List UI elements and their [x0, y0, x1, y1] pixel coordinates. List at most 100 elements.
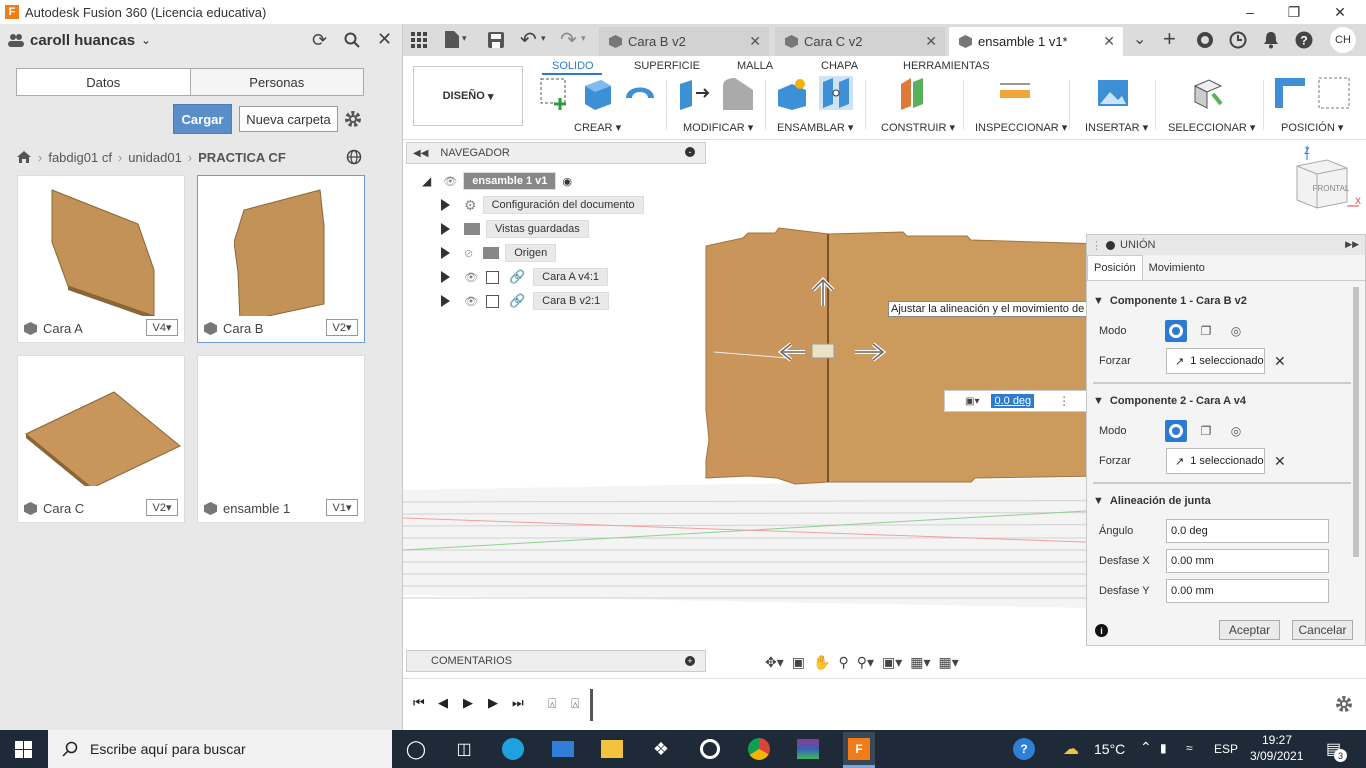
- navigator-item[interactable]: 👁 🔗 Cara B v2:1: [441, 291, 610, 311]
- offset-plane-icon[interactable]: [897, 76, 931, 110]
- file-icon[interactable]: [445, 31, 459, 48]
- breadcrumb-item[interactable]: unidad01: [128, 150, 182, 165]
- gear-icon[interactable]: [344, 110, 362, 128]
- workspace-switcher[interactable]: DISEÑO ▾: [413, 66, 523, 126]
- joint-dialog[interactable]: ⋮ UNIÓN ▶▶ Posición Movimiento ▼ Componen…: [1086, 234, 1366, 646]
- chevron-down-icon[interactable]: ▾: [462, 33, 467, 44]
- root-component-label[interactable]: ensamble 1 v1: [463, 172, 557, 190]
- joint-feature-icon[interactable]: ⍓: [571, 695, 579, 712]
- revert-position-icon[interactable]: [1317, 76, 1351, 110]
- minus-icon[interactable]: -: [685, 147, 695, 157]
- fit-icon[interactable]: ⚲▾: [857, 654, 874, 671]
- team-icon[interactable]: [8, 33, 24, 47]
- tab-superficie[interactable]: SUPERFICIE: [634, 60, 700, 72]
- extensions-icon[interactable]: [1196, 31, 1214, 49]
- angle-manipulator[interactable]: ▣▾ 0.0 deg ⋮: [944, 390, 1089, 412]
- capture-position-icon[interactable]: [1273, 76, 1307, 110]
- simple-mode-icon[interactable]: [1165, 420, 1187, 442]
- eye-icon[interactable]: 👁: [464, 271, 478, 284]
- navigator-item[interactable]: ⊘ Origen: [441, 243, 557, 263]
- expand-triangle-icon[interactable]: [441, 271, 450, 283]
- info-icon[interactable]: i: [1095, 624, 1108, 637]
- collapse-triangle-icon[interactable]: ▼: [1093, 495, 1104, 507]
- drag-handle-icon[interactable]: ⋮: [1091, 239, 1102, 252]
- cortana-icon[interactable]: ◯: [403, 736, 429, 762]
- step-forward-icon[interactable]: ▶: [488, 695, 498, 711]
- section-posicion[interactable]: POSICIÓN ▾: [1281, 121, 1343, 134]
- more-icon[interactable]: ⋮: [1058, 394, 1070, 408]
- clear-selection-icon[interactable]: ✕: [1274, 453, 1286, 470]
- save-icon[interactable]: [488, 32, 504, 48]
- comments-bar[interactable]: COMENTARIOS +: [406, 650, 706, 672]
- chevron-down-icon[interactable]: ⌄: [141, 33, 151, 47]
- weather-icon[interactable]: ☁: [1063, 739, 1079, 759]
- tab-ensamble[interactable]: ensamble 1 v1* ✕: [949, 27, 1123, 56]
- wifi-icon[interactable]: ≈: [1186, 741, 1193, 755]
- temperature[interactable]: 15°C: [1094, 741, 1125, 757]
- section-modificar[interactable]: MODIFICAR ▾: [683, 121, 753, 134]
- browser-navigator[interactable]: ◀◀ NAVEGADOR -: [406, 142, 706, 164]
- dropbox-icon[interactable]: ❖: [648, 736, 674, 762]
- clear-selection-icon[interactable]: ✕: [1274, 353, 1286, 370]
- fillet-icon[interactable]: [721, 76, 755, 110]
- insert-image-icon[interactable]: [1096, 76, 1130, 110]
- version-badge[interactable]: V4 ▾: [146, 319, 178, 336]
- measure-icon[interactable]: [998, 76, 1032, 110]
- close-tab-icon[interactable]: ✕: [925, 33, 937, 50]
- restore-button[interactable]: ❐: [1284, 2, 1304, 22]
- avatar[interactable]: CH: [1330, 27, 1356, 53]
- refresh-icon[interactable]: ⟳: [312, 30, 327, 51]
- chevron-down-icon[interactable]: ⌄: [1133, 29, 1146, 49]
- help-icon[interactable]: ?: [1011, 736, 1037, 762]
- display-settings-icon[interactable]: ▣▾: [882, 654, 902, 671]
- two-edge-intersection-icon[interactable]: ◎: [1225, 320, 1247, 342]
- upload-button[interactable]: Cargar: [173, 104, 232, 134]
- minimize-button[interactable]: –: [1240, 2, 1260, 22]
- look-at-icon[interactable]: ▣: [792, 654, 805, 671]
- edge-icon[interactable]: [500, 736, 526, 762]
- language-indicator[interactable]: ESP: [1214, 742, 1238, 756]
- offset-x-field[interactable]: 0.00 mm: [1166, 549, 1329, 573]
- hidden-eye-icon[interactable]: ⊘: [464, 247, 473, 260]
- taskbar-search[interactable]: Escribe aquí para buscar: [48, 730, 392, 768]
- cancel-button[interactable]: Cancelar: [1292, 620, 1353, 640]
- version-badge[interactable]: V2 ▾: [326, 319, 358, 336]
- user-name[interactable]: caroll huancas: [30, 32, 135, 49]
- navigator-item-label[interactable]: Origen: [505, 244, 557, 262]
- version-badge[interactable]: V1 ▾: [326, 499, 358, 516]
- timeline-marker[interactable]: [590, 689, 593, 721]
- expand-triangle-icon[interactable]: [441, 295, 450, 307]
- section-crear[interactable]: CREAR ▾: [574, 121, 621, 134]
- select-icon[interactable]: [1191, 76, 1225, 110]
- tab-cara-c[interactable]: Cara C v2 ✕: [775, 27, 945, 56]
- chrome-icon[interactable]: [746, 736, 772, 762]
- tab-herramientas[interactable]: HERRAMIENTAS: [903, 60, 990, 72]
- close-tab-icon[interactable]: ✕: [1103, 33, 1115, 50]
- close-panel-icon[interactable]: ✕: [377, 29, 392, 50]
- clock-time[interactable]: 19:27: [1262, 733, 1292, 747]
- eye-icon[interactable]: 👁: [464, 295, 478, 308]
- offset-y-field[interactable]: 0.00 mm: [1166, 579, 1329, 603]
- angle-input[interactable]: 0.0 deg: [991, 394, 1035, 408]
- play-icon[interactable]: ▶: [463, 695, 473, 711]
- collapse-icon[interactable]: ◀◀: [413, 148, 428, 159]
- navigator-item-label[interactable]: Vistas guardadas: [486, 220, 589, 238]
- navigator-root[interactable]: ◢ 👁 ensamble 1 v1 ◉: [422, 171, 572, 191]
- file-explorer-icon[interactable]: [599, 736, 625, 762]
- image-icon[interactable]: ▣▾: [965, 396, 979, 407]
- close-window-button[interactable]: ✕: [1330, 2, 1350, 22]
- home-icon[interactable]: [16, 150, 32, 164]
- chevron-up-icon[interactable]: ⌃: [1140, 739, 1152, 756]
- pan-icon[interactable]: ✋: [813, 654, 830, 671]
- new-folder-button[interactable]: Nueva carpeta: [239, 106, 338, 132]
- eye-icon[interactable]: 👁: [443, 175, 457, 188]
- tab-chapa[interactable]: CHAPA: [821, 60, 858, 72]
- bell-icon[interactable]: [1263, 31, 1279, 49]
- file-card[interactable]: ensamble 1 V1 ▾: [197, 355, 365, 523]
- expand-triangle-icon[interactable]: [441, 247, 450, 259]
- version-badge[interactable]: V2 ▾: [146, 499, 178, 516]
- zoom-icon[interactable]: ⚲: [838, 654, 848, 671]
- new-tab-icon[interactable]: +: [1163, 26, 1176, 52]
- viewcube[interactable]: FRONTAL Z X: [1287, 146, 1363, 214]
- grid-settings-icon[interactable]: ▦▾: [910, 654, 930, 671]
